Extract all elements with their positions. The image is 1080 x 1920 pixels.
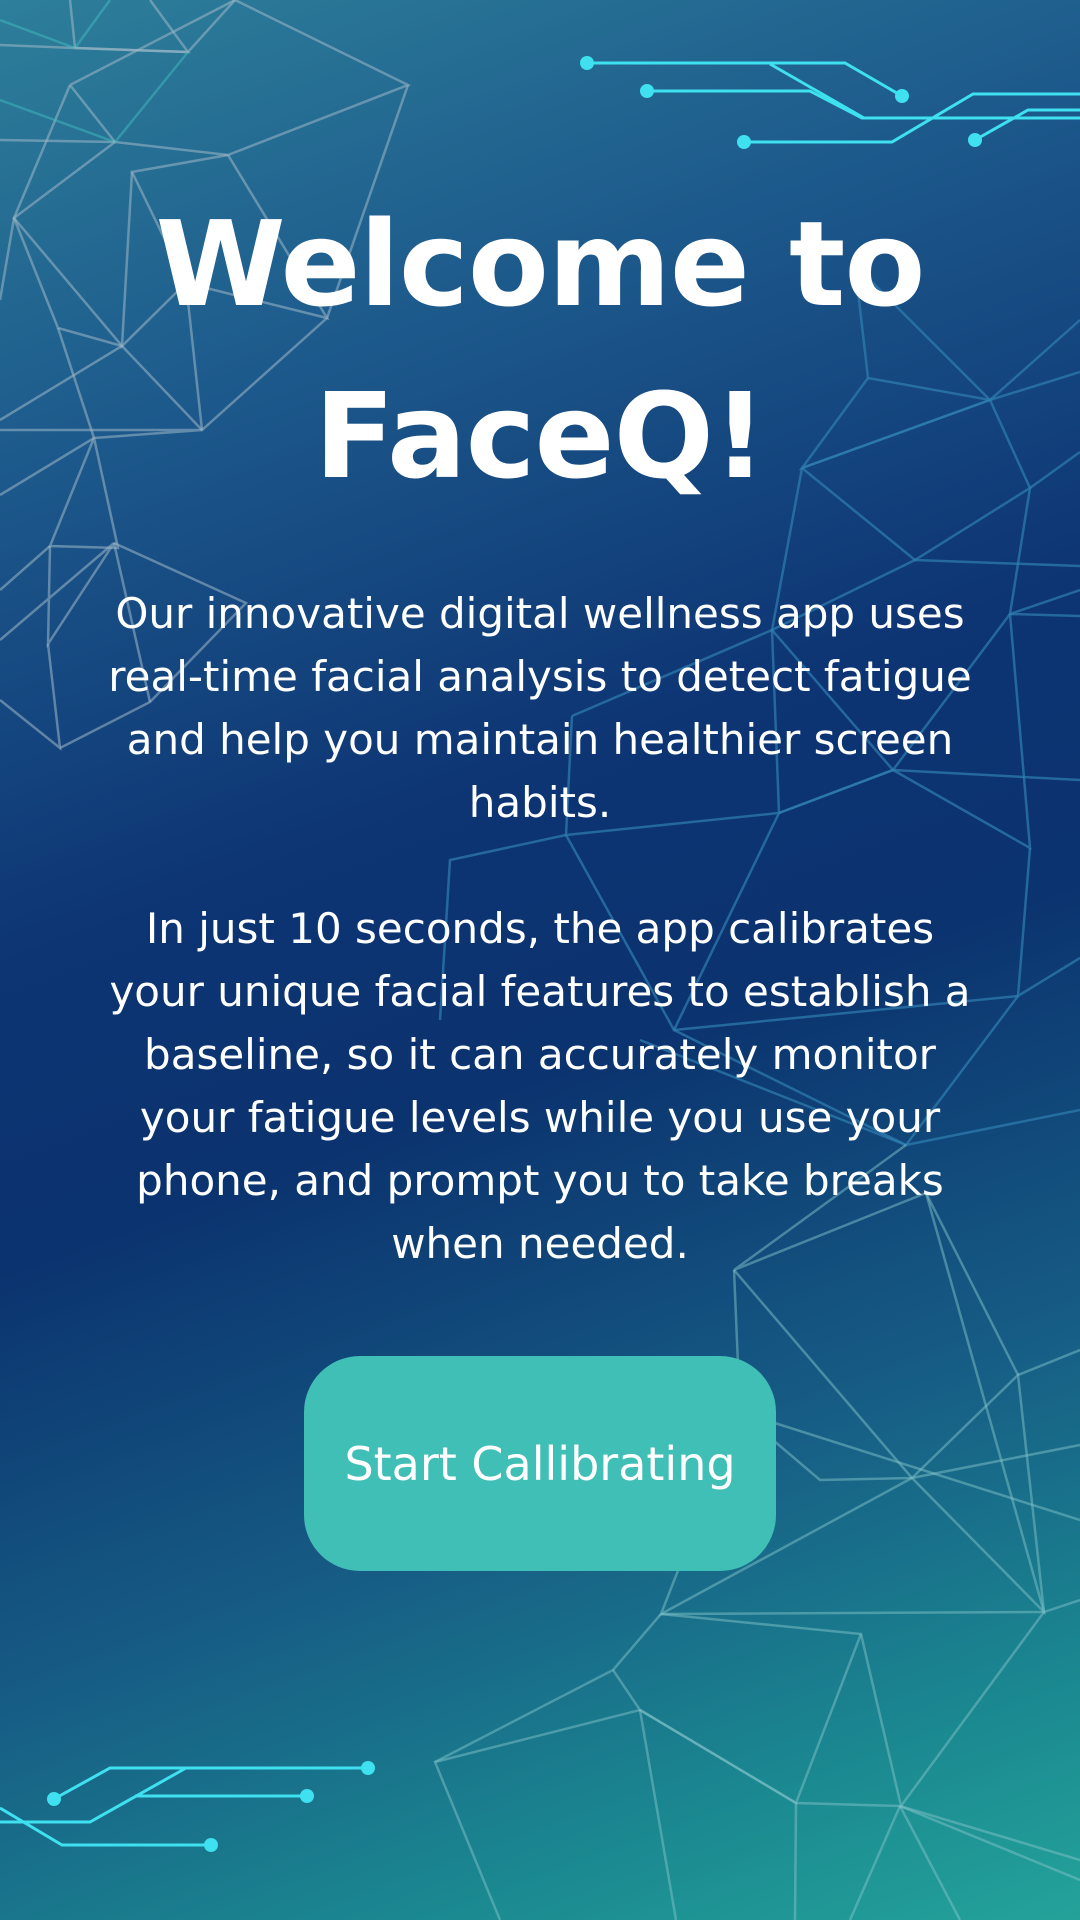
- welcome-title-line-1: Welcome to: [155, 195, 926, 333]
- welcome-title-line-2: FaceQ!: [314, 367, 766, 505]
- start-calibrating-button[interactable]: Start Callibrating: [304, 1356, 776, 1571]
- polygon-mesh-top-left-teal: [0, 0, 189, 144]
- welcome-title: Welcome to FaceQ!: [0, 178, 1080, 522]
- circuit-lines-bottom-left: [0, 1766, 368, 1847]
- app-description: Our innovative digital wellness app uses…: [108, 589, 972, 827]
- circuit-lines-top-right: [587, 61, 1080, 144]
- welcome-screen: Welcome to FaceQ! Our innovative digital…: [0, 0, 1080, 1920]
- calibration-description: In just 10 seconds, the app calibrates y…: [109, 904, 971, 1268]
